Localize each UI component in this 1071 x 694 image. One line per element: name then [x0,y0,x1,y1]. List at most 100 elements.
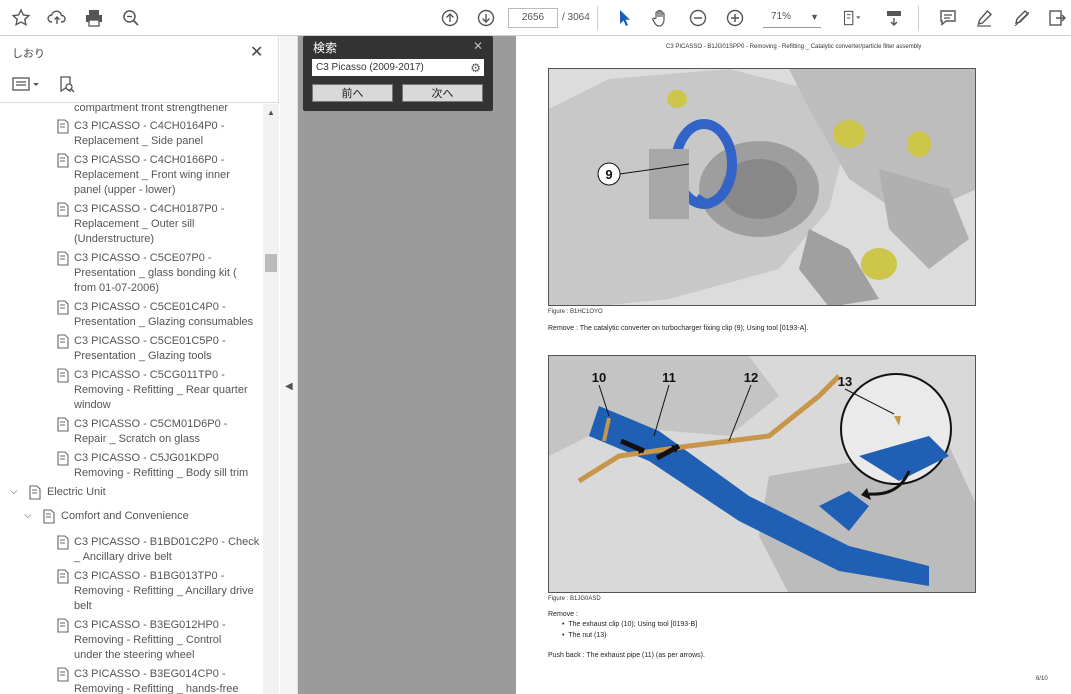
document-canvas-right [1060,36,1071,694]
bookmark-page-icon [56,334,70,349]
figure-exhaust: 10 11 12 13 [548,355,976,593]
callout-10: 10 [592,370,606,385]
scrollbar-thumb[interactable] [265,254,277,272]
page-view-icon[interactable] [837,6,867,30]
bookmark-label: C3 PICASSO - C5CE01C5P0 - [74,335,226,347]
previous-page-icon[interactable] [438,6,462,30]
sign-icon[interactable] [1010,6,1034,30]
next-result-button[interactable]: 次へ [402,84,483,102]
bookmark-label: C3 PICASSO - B1BG013TP0 - [74,570,225,582]
page-header: C3 PICASSO - B1JG01SPP0 - Removing - Ref… [666,44,922,50]
panel-tools [12,74,272,98]
gear-icon[interactable]: ⚙ [470,60,481,77]
bullet-text: The exhaust clip (10); Using tool [0193-… [568,621,698,628]
bookmark-group-label[interactable]: Electric Unit [47,486,106,498]
comment-icon[interactable] [936,6,960,30]
callout-13: 13 [838,374,852,389]
bookmark-label: Presentation _ Glazing consumables [74,316,254,328]
chevron-down-icon[interactable]: ⌵ [24,510,32,521]
previous-result-button[interactable]: 前へ [312,84,393,102]
select-cursor-icon[interactable] [612,6,636,30]
zoom-search-icon[interactable] [119,6,143,30]
search-panel: 検索 ✕ C3 Picasso (2009-2017) ⚙ 前へ 次へ [303,36,493,111]
page-number-input[interactable]: 2656 [508,8,558,28]
cloud-upload-icon[interactable] [45,6,69,30]
bookmark-page-icon [56,153,70,168]
zoom-level-value: 71% [771,11,792,22]
bookmark-label: C3 PICASSO - C5CE07P0 - [74,252,212,264]
page-number: 6/10 [1036,676,1048,682]
toolbar-divider [918,6,919,30]
main-toolbar: 2656 / 3064 71% ▼ [0,0,1071,36]
panel-divider [0,102,278,103]
scroll-up-icon[interactable]: ▲ [267,108,275,117]
bookmark-folder-icon [42,509,56,524]
bookmark-label: C3 PICASSO - C4CH0164P0 - [74,120,225,132]
bookmark-label: C3 PICASSO - C5JG01KDP0 [74,452,219,464]
bookmark-label: Repair _ Scratch on glass [74,433,200,445]
zoom-in-icon[interactable] [723,6,747,30]
bookmark-label: C3 PICASSO - C4CH0187P0 - [74,203,225,215]
bookmark-group-label[interactable]: Comfort and Convenience [61,510,189,522]
bookmark-label: C3 PICASSO - C5CE01C4P0 - [74,301,226,313]
bullet-item: • The exhaust clip (10); Using tool [019… [562,621,698,628]
options-menu-icon[interactable] [12,76,40,95]
figure-caption: Figure : B1HC1OYO [548,309,603,315]
page-total: / 3064 [562,12,590,23]
zoom-level-select[interactable]: 71% ▼ [763,8,821,28]
instruction-text: Push back : The exhaust pipe (11) (as pe… [548,652,705,659]
bookmark-star-icon[interactable] [9,6,33,30]
bookmark-tree: compartment front strengthener C3 PICASS… [0,104,262,694]
scroll-mode-icon[interactable] [882,6,906,30]
bullet-text: The nut (13) [568,632,607,639]
search-title: 検索 [313,41,338,55]
figure-caption: Figure : B1JG0ASD [548,596,601,602]
bookmark-label: Presentation _ Glazing tools [74,350,212,362]
bookmark-folder-icon [28,485,42,500]
bookmark-label: belt [74,600,92,612]
zoom-out-icon[interactable] [686,6,710,30]
close-icon[interactable]: ✕ [250,42,263,62]
callout-9: 9 [605,167,612,182]
bookmark-label: Removing - Refitting _ Control [74,634,222,646]
bookmark-page-icon [56,202,70,217]
callout-12: 12 [744,370,758,385]
bookmark-page-icon [56,667,70,682]
collapse-left-icon[interactable]: ◀ [285,381,293,392]
list-item[interactable]: compartment front strengthener [74,104,262,116]
print-icon[interactable] [82,6,106,30]
chevron-down-icon[interactable]: ⌵ [10,486,18,497]
callout-11: 11 [662,370,676,385]
bookmark-label: from 01-07-2006) [74,282,159,294]
bookmark-label: window [74,399,111,411]
panel-title: しおり [12,48,45,60]
bookmark-label: compartment front strengthener [74,104,229,114]
bookmark-label: Presentation _ glass bonding kit ( [74,267,237,279]
bookmarks-panel: しおり ✕ compartment front strengthener C3 … [0,36,279,694]
close-icon[interactable]: ✕ [473,39,483,53]
search-input[interactable]: C3 Picasso (2009-2017) ⚙ [312,59,484,76]
search-query: C3 Picasso (2009-2017) [316,62,424,73]
hand-tool-icon[interactable] [648,6,672,30]
remove-label: Remove : [548,611,578,618]
bookmark-label: panel (upper - lower) [74,184,176,196]
bookmark-label: (Understructure) [74,233,155,245]
bookmark-page-icon [56,251,70,266]
bookmark-page-icon [56,451,70,466]
next-page-icon[interactable] [474,6,498,30]
share-export-icon[interactable] [1045,6,1069,30]
panel-collapse-strip[interactable]: ◀ [280,36,298,694]
find-bookmark-icon[interactable] [58,76,76,97]
bookmark-label: under the steering wheel [74,649,195,661]
bookmark-label: C3 PICASSO - B3EG014CP0 - [74,668,226,680]
bookmark-page-icon [56,300,70,315]
sidebar-scrollbar[interactable]: ▲ [263,104,279,694]
document-canvas [298,36,516,694]
bookmark-label: Replacement _ Outer sill [74,218,195,230]
bookmark-label: C3 PICASSO - B3EG012HP0 - [74,619,226,631]
bookmark-label: C3 PICASSO - C5CM01D6P0 - [74,418,228,430]
highlight-pen-icon[interactable] [972,6,996,30]
bookmark-page-icon [56,368,70,383]
instruction-text: Remove : The catalytic converter on turb… [548,325,809,332]
bullet-item: • The nut (13) [562,632,607,639]
